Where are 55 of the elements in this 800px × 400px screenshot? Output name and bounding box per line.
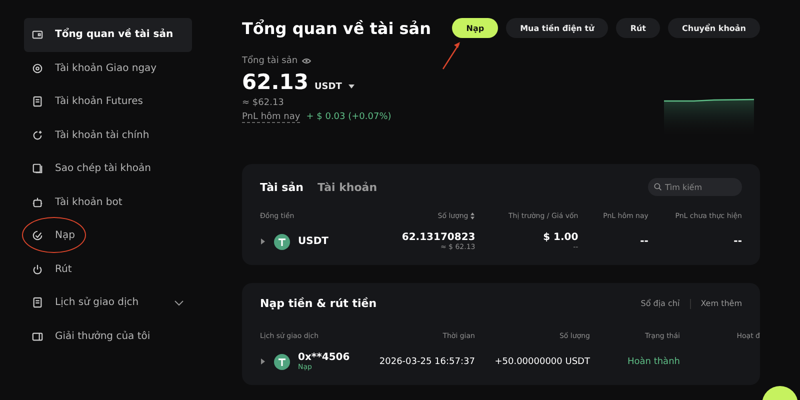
chevron-down-icon[interactable]: [174, 300, 184, 306]
sort-icon[interactable]: [470, 212, 476, 220]
pnl-today-value: --: [639, 236, 648, 247]
pnl-value: + $ 0.03 (+0.07%): [306, 112, 392, 122]
usd-equivalent: ≈ $62.13: [242, 98, 285, 108]
robot-icon: [32, 196, 43, 208]
document-icon: [32, 297, 43, 308]
ticket-icon: [32, 330, 43, 342]
sidebar-item[interactable]: Lịch sử giao dịch: [24, 286, 192, 320]
sidebar-item[interactable]: Tài khoản tài chính: [24, 118, 192, 152]
transaction-amount: +50.00000000 USDT: [494, 356, 590, 366]
pnl-unrealized-value: --: [732, 236, 742, 247]
copy-icon: [32, 163, 43, 174]
expand-icon[interactable]: [260, 238, 266, 245]
sidebar-item[interactable]: Tài khoản Giao ngay: [24, 52, 192, 85]
annotation-circle: [22, 217, 86, 253]
total-amount: 62.13: [242, 70, 308, 94]
expand-icon[interactable]: [260, 358, 266, 365]
sidebar-item[interactable]: Tài khoản Futures: [24, 85, 192, 118]
target-icon: [32, 62, 43, 74]
search-field[interactable]: Tìm kiếm: [648, 178, 742, 196]
tether-icon: [274, 354, 290, 370]
wallet-icon: [32, 29, 43, 40]
header-link[interactable]: Sổ địa chỉ: [640, 299, 680, 308]
sidebar-item[interactable]: Nạp: [24, 219, 192, 252]
action-button[interactable]: Mua tiền điện tử: [506, 18, 608, 38]
total-assets-label: Tổng tài sản: [242, 56, 392, 66]
tether-icon: [274, 234, 290, 250]
deposit-icon: [32, 230, 43, 242]
dropdown-caret-icon[interactable]: [348, 84, 355, 89]
power-icon: [32, 264, 43, 275]
sidebar-item[interactable]: Tổng quan về tài sản: [24, 18, 192, 52]
eye-icon[interactable]: [302, 58, 311, 64]
pnl-label: PnL hôm nay: [242, 112, 300, 123]
coin-icon: [32, 130, 43, 141]
sidebar-item[interactable]: Rút: [24, 252, 192, 286]
amount-value: 62.13170823: [402, 232, 476, 243]
transaction-time: 2026-03-25 16:57:37: [378, 356, 475, 366]
action-button[interactable]: Rút: [616, 18, 660, 38]
sidebar-item[interactable]: Sao chép tài khoản: [24, 152, 192, 186]
coin-name: USDT: [298, 236, 328, 247]
header-link[interactable]: Xem thêm: [700, 299, 742, 308]
tab[interactable]: Tài khoản: [317, 180, 378, 194]
tab[interactable]: Tài sản: [260, 180, 304, 194]
section-title: Nạp tiền & rút tiền: [260, 297, 377, 310]
sidebar-item[interactable]: Tài khoản bot: [24, 186, 192, 219]
search-icon: [654, 183, 662, 191]
transaction-status: Hoàn thành: [626, 356, 680, 366]
page-title: Tổng quan về tài sản: [242, 18, 431, 38]
document-icon: [32, 96, 43, 108]
market-price: $ 1.00: [543, 232, 578, 243]
sidebar-item[interactable]: Giải thưởng của tôi: [24, 320, 192, 353]
currency-selector[interactable]: USDT: [314, 82, 342, 92]
action-button[interactable]: Chuyển khoản: [668, 18, 760, 38]
wallet-address: 0x**4506: [298, 352, 350, 363]
